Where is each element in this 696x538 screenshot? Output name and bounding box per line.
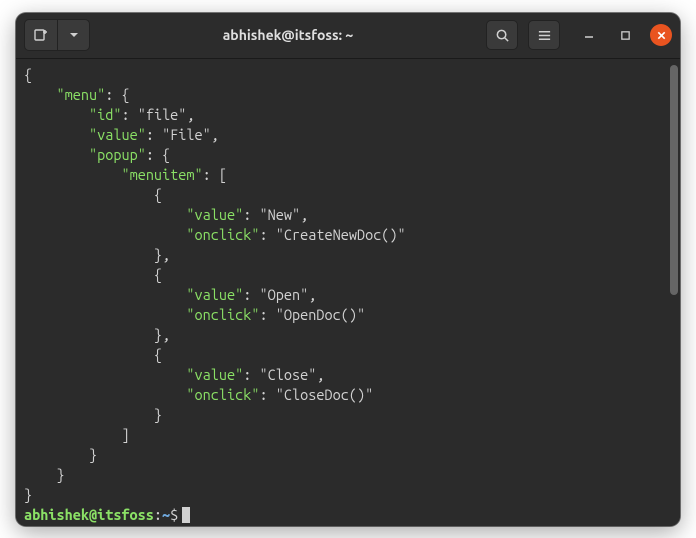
prompt-path: ~ bbox=[162, 505, 170, 525]
cursor bbox=[182, 507, 190, 523]
maximize-icon bbox=[620, 30, 631, 41]
new-tab-group bbox=[24, 19, 90, 51]
close-icon bbox=[656, 30, 667, 41]
new-tab-dropdown[interactable] bbox=[57, 20, 89, 50]
prompt-userhost: abhishek@itsfoss bbox=[24, 505, 154, 525]
chevron-down-icon bbox=[69, 30, 79, 40]
prompt-symbol: $ bbox=[170, 505, 178, 525]
terminal-body[interactable]: { "menu": { "id": "file", "value": "File… bbox=[16, 59, 680, 526]
prompt-line: abhishek@itsfoss:~$ bbox=[24, 505, 672, 525]
minimize-icon bbox=[583, 29, 595, 41]
terminal-window: abhishek@itsfoss: ~ bbox=[16, 13, 680, 526]
window-controls bbox=[578, 24, 672, 46]
titlebar-right bbox=[486, 20, 672, 50]
search-button[interactable] bbox=[486, 20, 518, 50]
search-icon bbox=[495, 28, 510, 43]
prompt-separator: : bbox=[154, 505, 162, 525]
close-button[interactable] bbox=[650, 24, 672, 46]
terminal-output: { "menu": { "id": "file", "value": "File… bbox=[24, 65, 672, 505]
window-title: abhishek@itsfoss: ~ bbox=[96, 27, 480, 43]
minimize-button[interactable] bbox=[578, 24, 600, 46]
hamburger-icon bbox=[537, 28, 552, 43]
titlebar: abhishek@itsfoss: ~ bbox=[16, 13, 680, 59]
titlebar-left bbox=[24, 19, 90, 51]
menu-button[interactable] bbox=[528, 20, 560, 50]
maximize-button[interactable] bbox=[614, 24, 636, 46]
new-tab-icon bbox=[33, 27, 49, 43]
scrollbar-thumb[interactable] bbox=[670, 65, 678, 295]
new-tab-button[interactable] bbox=[25, 20, 57, 50]
